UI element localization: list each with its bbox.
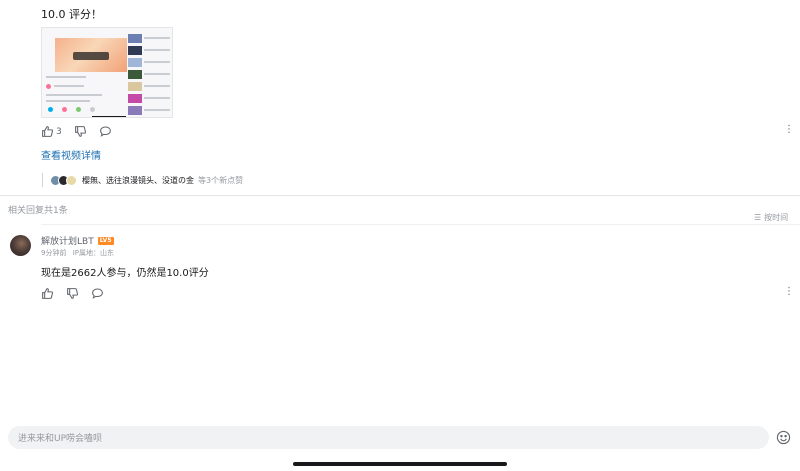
dislike-button[interactable]: [74, 125, 87, 138]
comment-text: 10.0 评分！: [41, 8, 102, 21]
header-divider: [41, 224, 800, 225]
avatar[interactable]: [10, 235, 31, 256]
comment-icon: [92, 288, 103, 299]
like-button[interactable]: 3: [41, 125, 62, 138]
liked-by-names: 樱無、选往浪漫镜头、没道の金: [82, 175, 194, 185]
more-icon[interactable]: ⋮: [784, 125, 794, 135]
more-icon[interactable]: ⋮: [784, 287, 794, 297]
comment-input[interactable]: [8, 427, 769, 451]
reply-username[interactable]: 解放计划LBT LV5: [41, 234, 114, 247]
comment-icon: [99, 126, 111, 137]
sort-button[interactable]: ☰ 按时间: [754, 212, 788, 223]
comment-input-bar: [8, 426, 769, 451]
thumb-down-icon: [67, 288, 79, 299]
dislike-button[interactable]: [66, 287, 79, 300]
reply-meta: 9分钟前 IP属地：山东: [41, 248, 114, 258]
sort-icon: ☰: [754, 213, 762, 222]
reply-button[interactable]: [91, 287, 104, 300]
ip-location: IP属地：山东: [72, 249, 114, 257]
liked-by-count: 等3个新点赞: [198, 175, 244, 185]
liked-by-row[interactable]: 樱無、选往浪漫镜头、没道の金 等3个新点赞: [42, 173, 243, 187]
home-indicator[interactable]: [293, 462, 507, 466]
emoji-icon[interactable]: [776, 430, 791, 445]
like-button[interactable]: [41, 287, 54, 300]
comment-actions: 3: [41, 125, 124, 138]
thumb-up-icon: [42, 288, 54, 299]
sort-label: 按时间: [764, 213, 789, 222]
comment-image-thumbnail[interactable]: [41, 27, 173, 118]
view-video-details-link[interactable]: 查看视频详情: [41, 147, 101, 162]
avatar: [66, 174, 77, 186]
reply-time: 9分钟前: [41, 249, 67, 257]
like-count: 3: [56, 126, 62, 137]
thumb-down-icon: [74, 126, 86, 137]
reply-count: 相关回复共1条: [8, 206, 68, 216]
section-divider: [0, 195, 800, 196]
reply-button[interactable]: [99, 125, 112, 138]
thumbnail-hero-image: [55, 38, 127, 72]
reply-text: 现在是2662人参与，仍然是10.0评分: [41, 268, 209, 279]
username: 解放计划LBT: [41, 237, 94, 247]
thumb-up-icon: [42, 126, 54, 137]
reply-actions: [41, 287, 116, 300]
level-badge: LV5: [97, 236, 114, 245]
